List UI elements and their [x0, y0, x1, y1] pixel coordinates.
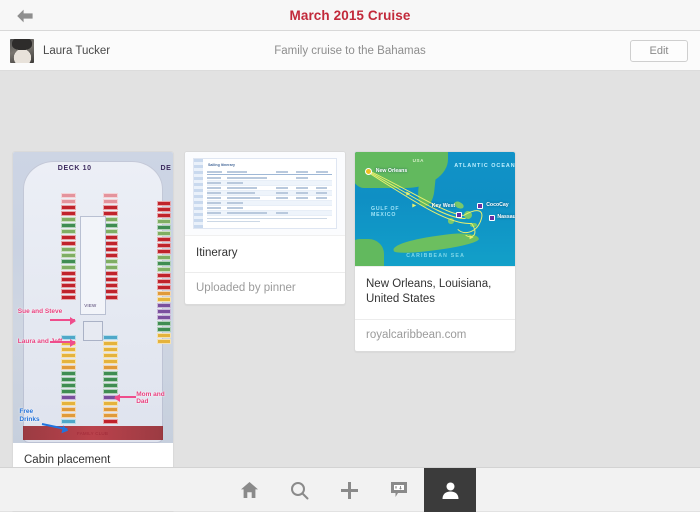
pin-source: Uploaded by pinner — [185, 273, 345, 304]
map-port-cococay — [477, 203, 483, 209]
edit-button[interactable]: Edit — [630, 40, 688, 62]
cabin-strip-left-lower — [61, 335, 76, 425]
map-label-usa: USA — [413, 158, 425, 163]
itinerary-table-header — [207, 170, 332, 175]
itinerary-row — [207, 196, 332, 201]
pin-card-new-orleans-map[interactable]: New Orleans Key West CocoCay Nassau ATLA… — [354, 151, 516, 352]
nav-spacer-right — [476, 468, 700, 511]
itinerary-row — [207, 201, 332, 206]
deck-stairwell — [83, 321, 102, 341]
pin-title: Itinerary — [185, 236, 345, 273]
map-port-nassau — [489, 215, 495, 221]
annotation-arrow-2 — [50, 341, 76, 343]
cabin-strip-left — [61, 193, 76, 301]
nav-spacer-left — [0, 468, 224, 511]
annotation-arrow-3 — [115, 396, 136, 398]
itinerary-row — [207, 206, 332, 211]
cabin-strip-far-right — [157, 201, 171, 345]
cruise-route-map-image[interactable]: New Orleans Key West CocoCay Nassau ATLA… — [355, 152, 515, 267]
nav-item-create[interactable] — [324, 468, 374, 512]
map-label-nassau: Nassau — [497, 214, 515, 220]
pin-card-itinerary[interactable]: Sailing Itinerary — [184, 151, 346, 305]
map-label-caribbean-sea: CARIBBEAN SEA — [406, 253, 465, 259]
page-title: March 2015 Cruise — [0, 0, 700, 31]
itinerary-sheet: Sailing Itinerary — [193, 158, 337, 229]
nav-item-news[interactable] — [374, 468, 424, 512]
itinerary-row — [207, 211, 332, 216]
pin-grid: DECK 10 DE — [0, 71, 700, 466]
itinerary-row — [207, 186, 332, 191]
nav-item-search[interactable] — [274, 468, 324, 512]
news-bubble-icon — [390, 481, 408, 499]
itinerary-row — [207, 176, 332, 181]
person-icon — [441, 481, 460, 500]
deck-caption-view: VIEW — [84, 303, 96, 308]
pin-source: royalcaribbean.com — [355, 320, 515, 351]
annotation-mom-and-dad: Mom and Dad — [136, 391, 171, 406]
itinerary-image[interactable]: Sailing Itinerary — [185, 152, 345, 236]
map-label-gulf-of-mexico: GULF OF MEXICO — [371, 206, 419, 220]
annotation-sue-and-steve: Sue and Steve — [18, 308, 76, 315]
pin-card-cabin-placement[interactable]: DECK 10 DE — [12, 151, 174, 512]
deck-label-right: DE — [160, 165, 171, 172]
map-label-new-orleans: New Orleans — [376, 168, 407, 174]
itinerary-footnote — [207, 218, 332, 223]
board-description: Family cruise to the Bahamas — [0, 45, 700, 57]
annotation-arrow-1 — [50, 319, 76, 321]
board-header: Laura Tucker Family cruise to the Bahama… — [0, 31, 700, 71]
itinerary-row — [207, 181, 332, 186]
nav-item-home[interactable] — [224, 468, 274, 512]
nav-items — [224, 468, 476, 511]
deck-bottom-band — [23, 426, 164, 441]
itinerary-side-tab — [194, 159, 203, 228]
plus-icon — [340, 481, 359, 500]
deck-central-core — [80, 216, 106, 315]
map-port-key-west — [456, 212, 462, 218]
home-icon — [240, 481, 259, 499]
nav-item-profile[interactable] — [424, 468, 476, 512]
map-label-cococay: CocoCay — [486, 202, 509, 208]
deck-label: DECK 10 — [58, 165, 92, 172]
map-port-new-orleans — [365, 168, 372, 175]
annotation-free-drinks: Free Drinks — [19, 408, 51, 423]
itinerary-heading: Sailing Itinerary — [208, 163, 235, 167]
map-label-key-west: Key West — [432, 203, 455, 209]
cabin-strip-right-lower — [103, 335, 118, 425]
search-icon — [290, 481, 309, 500]
top-bar: March 2015 Cruise — [0, 0, 700, 31]
pin-title: New Orleans, Louisiana, United States — [355, 267, 515, 320]
map-label-atlantic-ocean: ATLANTIC OCEAN — [454, 163, 515, 169]
bottom-navigation — [0, 467, 700, 511]
deck-plan-image[interactable]: DECK 10 DE — [13, 152, 173, 443]
itinerary-row — [207, 191, 332, 196]
